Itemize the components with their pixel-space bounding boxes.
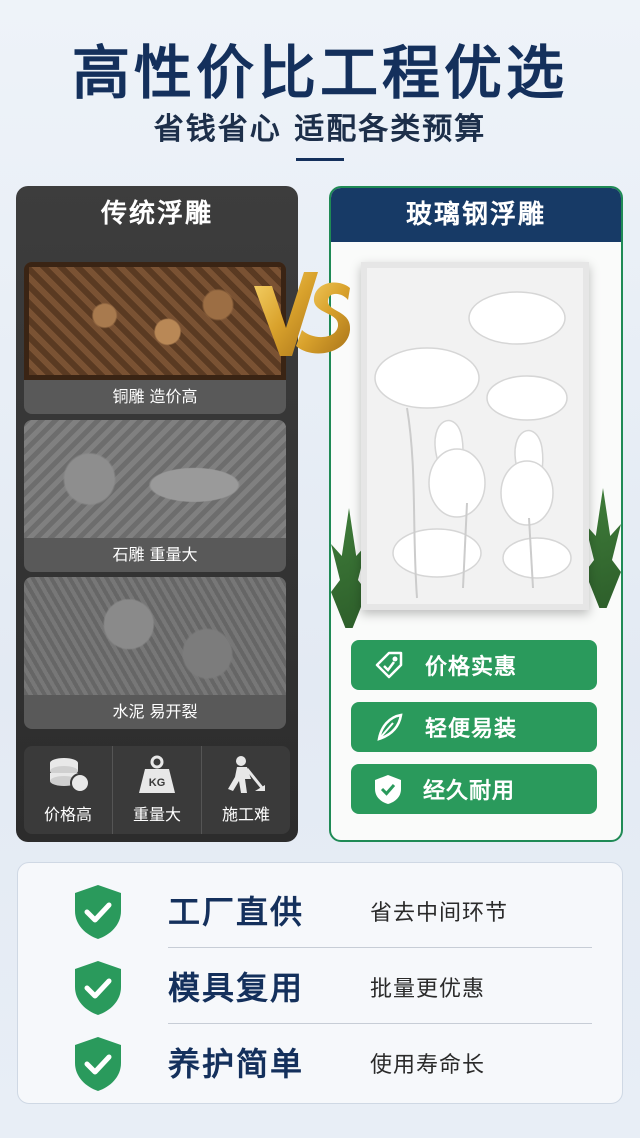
cement-relief-card: 水泥 易开裂 (24, 577, 286, 729)
advantage-row-factory: 工厂直供 省去中间环节 (18, 873, 624, 949)
stone-relief-card: 石雕 重量大 (24, 420, 286, 572)
benefit-lightweight: 轻便易装 (351, 702, 597, 752)
row-divider (168, 1023, 592, 1024)
advantage-row-mold: 模具复用 批量更优惠 (18, 949, 624, 1025)
advantage-row-maintenance: 养护简单 使用寿命长 (18, 1025, 624, 1101)
row-divider (168, 947, 592, 948)
drawback-price: 价格高 (24, 746, 113, 834)
vs-label: VS (303, 327, 305, 329)
stone-relief-image (24, 420, 286, 538)
vs-mark: VS (254, 272, 351, 356)
benefit-affordable-label: 价格实惠 (425, 655, 518, 680)
advantage-main-mold: 模具复用 (168, 969, 305, 1007)
shield-check-icon (75, 1037, 121, 1091)
lotus-crane-relief (367, 268, 583, 604)
benefit-durable-label: 经久耐用 (423, 779, 516, 804)
copper-relief-card: 铜雕 造价高 (24, 262, 286, 414)
plant-right (585, 488, 621, 608)
drawback-construction-label: 施工难 (221, 805, 270, 824)
drawback-construction: 施工难 (202, 746, 290, 834)
frp-relief-panel: 玻璃钢浮雕 价格实惠 轻便易装 经久耐用 (329, 186, 623, 842)
page-subtitle: 省钱省心 适配各类预算 (153, 112, 487, 147)
kg-weight-icon: KG (139, 755, 175, 793)
worker-digging-icon (228, 756, 265, 793)
advantages-panel: 工厂直供 省去中间环节 模具复用 批量更优惠 养护简单 使用寿命长 (17, 862, 623, 1104)
advantage-side-factory: 省去中间环节 (370, 901, 509, 926)
copper-relief-caption: 铜雕 造价高 (24, 380, 286, 414)
price-tag-icon (375, 651, 403, 679)
benefit-durable: 经久耐用 (351, 764, 597, 814)
shield-check-icon (75, 961, 121, 1015)
copper-relief-image (24, 262, 286, 380)
frp-relief-image (361, 262, 589, 610)
shield-check-icon (75, 885, 121, 939)
page-title: 高性价比工程优选 (71, 39, 568, 107)
frp-relief-heading: 玻璃钢浮雕 (331, 188, 621, 242)
drawback-price-label: 价格高 (43, 805, 92, 824)
benefit-affordable: 价格实惠 (351, 640, 597, 690)
drawback-weight-label: 重量大 (132, 805, 181, 824)
drawback-weight: KG 重量大 (113, 746, 202, 834)
traditional-relief-heading: 传统浮雕 (100, 199, 213, 229)
advantage-main-maintenance: 养护简单 (168, 1045, 305, 1083)
cement-relief-image (24, 577, 286, 695)
benefit-lightweight-label: 轻便易装 (425, 717, 518, 742)
advantage-side-maintenance: 使用寿命长 (370, 1053, 486, 1078)
advantage-side-mold: 批量更优惠 (370, 977, 486, 1002)
kg-badge-text: KG (149, 777, 166, 789)
stone-relief-caption: 石雕 重量大 (24, 538, 286, 572)
shield-check-icon (375, 775, 401, 804)
cement-relief-caption: 水泥 易开裂 (24, 695, 286, 729)
coin-stack-icon (50, 758, 90, 793)
advantage-main-factory: 工厂直供 (168, 893, 305, 931)
feather-icon (377, 713, 403, 741)
drawbacks-icon-row: 价格高 KG 重量大 施工难 (24, 746, 290, 834)
title-divider (296, 158, 344, 161)
